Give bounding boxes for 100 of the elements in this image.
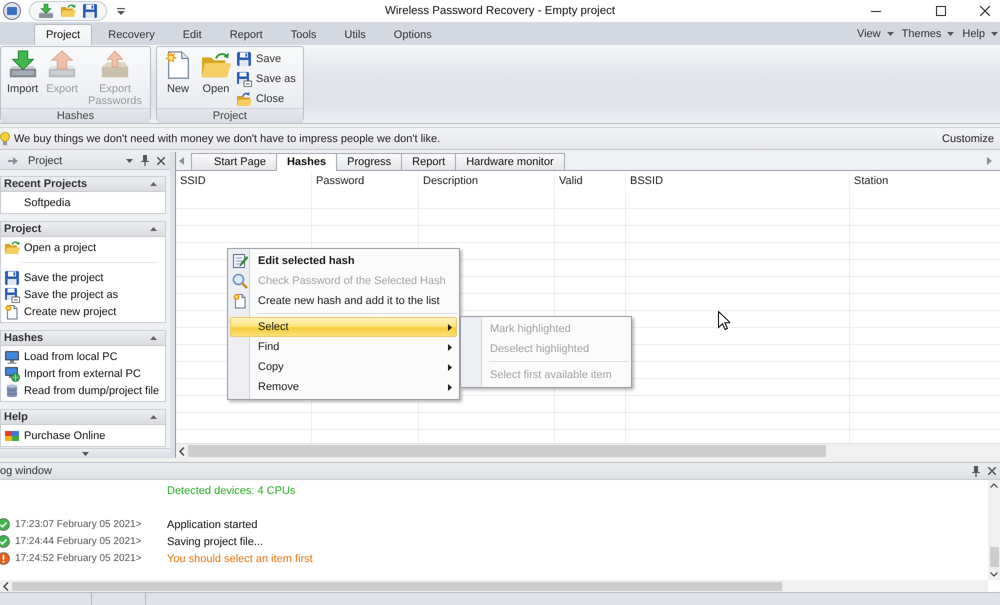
ribbon-button[interactable]: New: [160, 49, 196, 96]
section-header[interactable]: Help: [0, 409, 166, 425]
scroll-right-icon[interactable]: [987, 157, 992, 165]
close-icon[interactable]: [988, 467, 996, 475]
log-message: Detected devices: 4 CPUs: [167, 484, 296, 496]
task-link[interactable]: Import from external PC: [1, 365, 165, 382]
group-label: Hashes: [1, 108, 150, 123]
log-time: 17:23:07 February 05 2021>: [15, 519, 142, 530]
section-header[interactable]: Project: [0, 221, 166, 237]
ribbon-button[interactable]: Open: [198, 49, 234, 96]
document-tab[interactable]: Report: [401, 153, 456, 170]
document-tab[interactable]: Hardware monitor: [455, 153, 565, 170]
scroll-down-icon[interactable]: [990, 572, 998, 577]
close-icon[interactable]: [980, 6, 990, 16]
ribbon-button[interactable]: Save: [236, 50, 300, 68]
task-link[interactable]: Save the project as: [1, 286, 165, 303]
menu-item[interactable]: Remove: [230, 377, 457, 397]
task-link[interactable]: Read from dump/project file: [1, 382, 165, 399]
box-arrow-icon: [100, 50, 130, 80]
menu-button[interactable]: Help: [962, 28, 998, 40]
magnifier-icon: [232, 273, 248, 289]
ribbon-tab[interactable]: Utils: [332, 24, 378, 45]
section-header[interactable]: Hashes: [0, 330, 166, 346]
log-message: You should select an item first: [167, 552, 313, 564]
section-header[interactable]: Recent Projects: [0, 176, 166, 192]
monitor-globe-icon: [4, 366, 20, 382]
window-title: Wireless Password Recovery - Empty project: [384, 5, 616, 17]
monitor-icon: [4, 348, 20, 364]
ribbon-tab[interactable]: Edit: [170, 24, 214, 45]
ribbon-button[interactable]: Save as: [236, 70, 300, 88]
scroll-up-icon[interactable]: [990, 483, 998, 488]
log-time: 17:24:44 February 05 2021>: [15, 536, 142, 547]
folder-arrow-icon: [200, 50, 231, 80]
close-icon[interactable]: [157, 156, 165, 164]
scroll-left-icon[interactable]: [3, 582, 9, 590]
ribbon-tab[interactable]: Options: [382, 24, 444, 45]
column-header[interactable]: Station: [850, 171, 1000, 192]
column-header[interactable]: BSSID: [626, 171, 850, 192]
log-message: Application started: [167, 518, 258, 530]
folder-arrow-icon: [4, 240, 20, 256]
group-label: Project: [156, 108, 303, 123]
ribbon-button[interactable]: Import: [4, 49, 42, 96]
caret-down-icon: [991, 32, 998, 36]
caret-down-icon: [886, 32, 894, 36]
app-icon[interactable]: [3, 2, 21, 20]
column-header[interactable]: Password: [312, 171, 419, 192]
save-as-icon: [236, 71, 252, 87]
new-document-icon: [4, 304, 20, 320]
column-header[interactable]: Valid: [555, 171, 626, 192]
document-tab[interactable]: Hashes: [276, 153, 338, 171]
ribbon-tab[interactable]: Report: [218, 24, 275, 45]
folder-arrow-icon[interactable]: [60, 3, 76, 19]
edit-note-icon: [232, 253, 248, 269]
scrollbar-thumb[interactable]: [188, 445, 826, 457]
panel-title: Project: [28, 154, 62, 166]
caret-down-icon[interactable]: [117, 8, 125, 14]
submenu-arrow-icon: [448, 364, 452, 370]
submenu-arrow-icon: [448, 384, 452, 390]
scrollbar-thumb[interactable]: [12, 582, 782, 590]
ribbon-tab[interactable]: Project: [34, 24, 92, 45]
column-header[interactable]: Description: [419, 171, 555, 192]
caret-down-icon[interactable]: [126, 158, 133, 162]
maximize-icon[interactable]: [936, 6, 946, 16]
customize-link[interactable]: Customize: [942, 132, 994, 144]
pin-icon[interactable]: [141, 155, 149, 166]
tiles-icon: [4, 430, 20, 442]
task-link[interactable]: Softpedia: [1, 194, 165, 211]
ribbon-button[interactable]: Close: [236, 90, 300, 108]
ribbon-tab[interactable]: Tools: [278, 24, 328, 45]
menu-item[interactable]: Copy: [230, 357, 457, 377]
log-time: 17:24:52 February 05 2021>: [15, 553, 142, 564]
download-tray-icon[interactable]: [38, 3, 54, 19]
document-tab[interactable]: Progress: [336, 153, 402, 170]
task-link[interactable]: Save the project: [1, 269, 165, 286]
folder-arrow-icon: [236, 91, 252, 107]
pin-icon[interactable]: [972, 466, 980, 476]
scroll-left-icon[interactable]: [179, 446, 185, 456]
menu-item[interactable]: Select: [230, 317, 457, 337]
document-tab[interactable]: Start Page: [191, 153, 277, 170]
task-link[interactable]: Load from local PC: [1, 348, 165, 365]
menu-item[interactable]: Find: [230, 337, 457, 357]
task-link[interactable]: Purchase Online: [1, 427, 165, 444]
column-header[interactable]: SSID: [176, 171, 312, 192]
download-tray-icon: [8, 50, 38, 80]
submenu-arrow-icon: [448, 344, 452, 350]
menu-item[interactable]: Create new hash and add it to the list: [230, 291, 457, 311]
ribbon-tab[interactable]: Recovery: [96, 24, 167, 45]
scrollbar-thumb[interactable]: [990, 547, 998, 567]
task-link[interactable]: Open a project: [1, 239, 165, 256]
save-as-icon: [4, 286, 20, 302]
menu-button[interactable]: Themes: [902, 28, 954, 40]
task-link[interactable]: Create new project: [1, 303, 165, 320]
menu-item[interactable]: Edit selected hash: [230, 251, 457, 271]
upload-tray-icon: [47, 50, 78, 80]
caret-down-icon: [947, 32, 954, 36]
submenu-arrow-icon: [448, 324, 452, 330]
arrow-right-icon[interactable]: [8, 156, 18, 164]
minimize-icon[interactable]: [871, 10, 881, 12]
tip-text: We buy things we don't need with money we don't have to impress people we don't like.: [14, 132, 440, 144]
menu-button[interactable]: View: [856, 28, 894, 40]
